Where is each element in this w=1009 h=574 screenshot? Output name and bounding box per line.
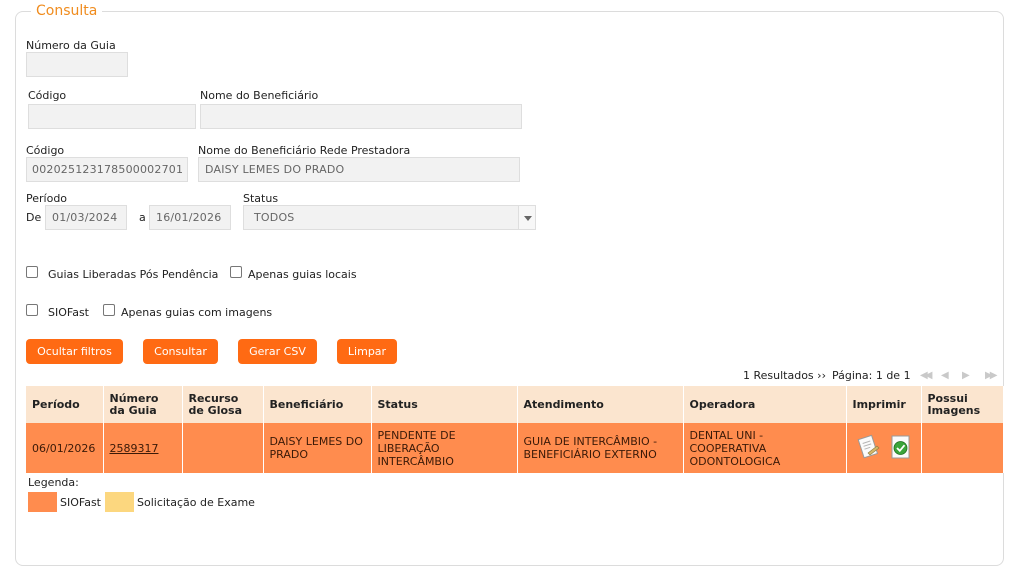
periodo-de-label: De — [26, 211, 42, 224]
section-title: Consulta — [31, 3, 103, 19]
header-operadora[interactable]: Operadora — [683, 386, 847, 423]
cell-beneficiario: DAISY LEMES DO PRADO — [263, 423, 372, 473]
legend-exame-swatch — [105, 492, 134, 512]
document-check-icon[interactable] — [890, 434, 912, 463]
cell-imprimir — [846, 423, 922, 473]
header-recurso[interactable]: Recurso de Glosa — [182, 386, 264, 423]
consultar-button[interactable]: Consultar — [143, 339, 218, 364]
status-label: Status — [243, 192, 279, 205]
gerar-csv-button[interactable]: Gerar CSV — [238, 339, 317, 364]
last-page-icon[interactable]: ▶▶ — [985, 370, 998, 381]
codigo-input[interactable] — [28, 104, 196, 129]
codigo-rede-input[interactable]: 00202512317850000270​1 — [26, 157, 188, 182]
liberadas-checkbox[interactable] — [26, 266, 38, 278]
cell-imagens — [921, 423, 1004, 473]
cell-periodo: 06/01/2026 — [26, 423, 104, 473]
header-periodo[interactable]: Período — [26, 386, 104, 423]
nome-beneficiario-label: Nome do Beneficiário — [200, 89, 319, 102]
header-imprimir: Imprimir — [846, 386, 922, 423]
table-header-row: Período Número da Guia Recurso de Glosa … — [26, 386, 1004, 423]
results-count: 1 Resultados ›› — [743, 369, 826, 382]
header-numero[interactable]: Número da Guia — [103, 386, 183, 423]
imagens-label: Apenas guias com imagens — [121, 306, 273, 319]
codigo-rede-label: Código — [26, 144, 65, 157]
results-table: Período Número da Guia Recurso de Glosa … — [26, 386, 1004, 473]
chevron-down-icon[interactable] — [518, 206, 535, 229]
periodo-start-input[interactable]: 01/03/2024 — [45, 205, 127, 230]
header-status[interactable]: Status — [371, 386, 518, 423]
next-page-icon[interactable]: ▶ — [962, 370, 970, 381]
periodo-label: Período — [26, 192, 68, 205]
locais-checkbox[interactable] — [230, 266, 242, 278]
legend-title: Legenda: — [28, 476, 79, 489]
siofast-label: SIOFast — [48, 306, 89, 319]
locais-label: Apenas guias locais — [248, 268, 357, 281]
cell-recurso — [182, 423, 264, 473]
status-select[interactable]: TODOS — [243, 205, 536, 230]
header-imagens[interactable]: Possui Imagens — [921, 386, 1004, 423]
guia-link[interactable]: 2589317 — [110, 442, 159, 455]
codigo-label: Código — [28, 89, 67, 102]
nome-beneficiario-input[interactable] — [200, 104, 522, 129]
siofast-checkbox[interactable] — [26, 304, 38, 316]
ocultar-filtros-button[interactable]: Ocultar filtros — [26, 339, 123, 364]
imagens-checkbox[interactable] — [103, 304, 115, 316]
numero-guia-label: Número da Guia — [26, 39, 116, 52]
cell-atendimento: GUIA DE INTERCÂMBIO - BENEFICIÁRIO EXTER… — [517, 423, 684, 473]
periodo-a-label: a — [139, 211, 146, 224]
periodo-end-input[interactable]: 16/01/2026 — [149, 205, 231, 230]
page-indicator: Página: 1 de 1 — [832, 369, 911, 382]
cell-status: PENDENTE DE LIBERAÇÃO INTERCÂMBIO — [371, 423, 518, 473]
legend-exame-label: Solicitação de Exame — [137, 496, 255, 509]
header-atendimento[interactable]: Atendimento — [517, 386, 684, 423]
consulta-fieldset — [15, 11, 1004, 566]
numero-guia-input[interactable] — [26, 52, 128, 77]
table-row[interactable]: 06/01/2026 2589317 DAISY LEMES DO PRADO … — [26, 423, 1004, 473]
cell-operadora: DENTAL UNI - COOPERATIVA ODONTOLOGICA — [683, 423, 847, 473]
prev-page-icon[interactable]: ◀ — [941, 370, 949, 381]
nome-rede-label: Nome do Beneficiário Rede Prestadora — [198, 144, 411, 157]
legend-siofast-label: SIOFast — [60, 496, 101, 509]
document-icon[interactable] — [855, 434, 881, 463]
legend-siofast-swatch — [28, 492, 57, 512]
status-select-value: TODOS — [254, 211, 295, 224]
first-page-icon[interactable]: ◀◀ — [920, 370, 933, 381]
nome-rede-input[interactable]: DAISY LEMES DO PRADO — [198, 157, 520, 182]
limpar-button[interactable]: Limpar — [337, 339, 397, 364]
cell-numero: 2589317 — [103, 423, 183, 473]
header-beneficiario[interactable]: Beneficiário — [263, 386, 372, 423]
liberadas-label: Guias Liberadas Pós Pendência — [48, 268, 219, 281]
